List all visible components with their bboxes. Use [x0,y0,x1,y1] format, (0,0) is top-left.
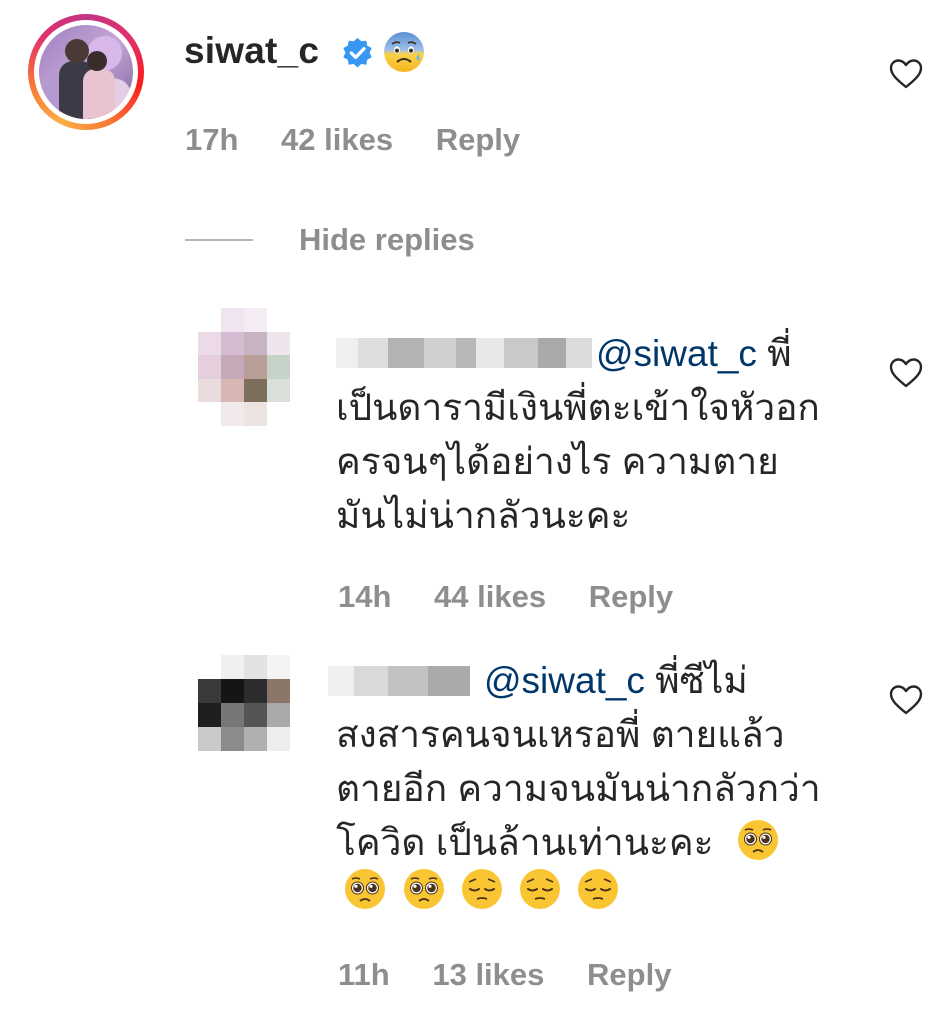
comment-meta: 17h 42 likes Reply [185,122,554,158]
likes-count[interactable]: 44 likes [434,579,546,614]
comment-time: 17h [185,122,239,157]
reply-button[interactable]: Reply [589,579,673,614]
reply-meta: 14h 44 likes Reply [338,579,707,615]
heart-outline-icon[interactable] [889,684,923,716]
pensive-face-icon [520,869,560,909]
reply-button[interactable]: Reply [436,122,520,157]
heart-outline-icon[interactable] [889,58,923,90]
reply-time: 11h [338,957,390,992]
reply-meta: 11h 13 likes Reply [338,957,705,993]
likes-count[interactable]: 42 likes [281,122,393,157]
hide-replies-button[interactable]: Hide replies [299,222,475,258]
pleading-face-icon [404,869,444,909]
mention-link[interactable]: @siwat_c [484,660,645,701]
fearful-face-with-sweat-icon [384,32,424,72]
pleading-face-icon [738,820,778,860]
comment-username[interactable]: siwat_c [184,30,319,72]
reply-button[interactable]: Reply [587,957,671,992]
likes-count[interactable]: 13 likes [432,957,544,992]
reply-time: 14h [338,579,392,614]
divider-line [185,239,253,241]
pensive-face-icon [462,869,502,909]
pleading-face-icon [345,869,385,909]
verified-badge-icon [343,37,372,68]
reply-avatar-pixelated[interactable] [198,308,290,426]
pensive-face-icon [578,869,618,909]
mention-link[interactable]: @siwat_c [596,333,757,374]
reply-text: @siwat_c พี่ เป็นดารามีเงินพี่ตะเข้าใจหั… [336,333,820,536]
reply-avatar-pixelated[interactable] [198,655,290,751]
commenter-avatar[interactable] [28,14,144,130]
avatar-photo [39,25,133,119]
heart-outline-icon[interactable] [889,357,923,389]
